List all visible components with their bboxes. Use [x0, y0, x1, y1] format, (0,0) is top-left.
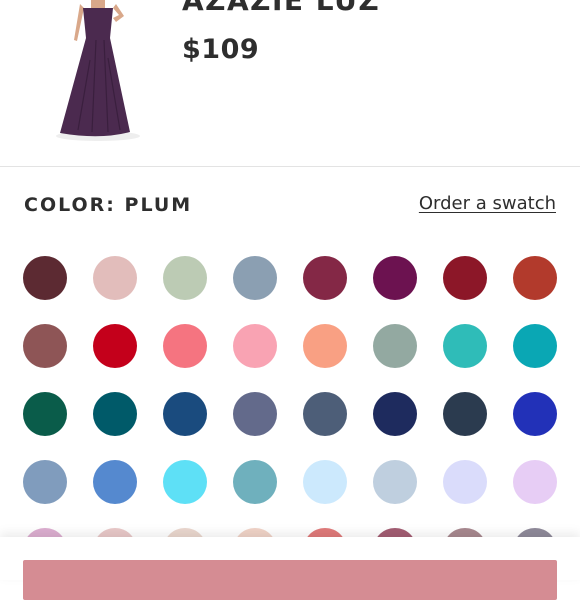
color-swatch-19[interactable]	[163, 392, 207, 436]
color-swatch-13[interactable]	[303, 324, 347, 368]
color-swatch-17[interactable]	[23, 392, 67, 436]
dress-photo[interactable]	[50, 0, 150, 145]
color-swatch-10[interactable]	[93, 324, 137, 368]
selected-color-label: COLOR: PLUM	[24, 194, 193, 216]
color-swatch-2[interactable]	[93, 256, 137, 300]
color-swatch-8[interactable]	[513, 256, 557, 300]
product-summary: AZAZIE LUZ $109	[0, 0, 580, 167]
color-swatch-3[interactable]	[163, 256, 207, 300]
color-swatch-16[interactable]	[513, 324, 557, 368]
color-swatch-26[interactable]	[93, 460, 137, 504]
color-swatch-15[interactable]	[443, 324, 487, 368]
color-swatch-5[interactable]	[303, 256, 347, 300]
color-swatch-32[interactable]	[513, 460, 557, 504]
color-swatch-22[interactable]	[373, 392, 417, 436]
color-swatch-4[interactable]	[233, 256, 277, 300]
bottom-action-bar	[0, 537, 580, 600]
color-swatch-9[interactable]	[23, 324, 67, 368]
color-swatch-11[interactable]	[163, 324, 207, 368]
color-swatch-28[interactable]	[233, 460, 277, 504]
color-swatch-14[interactable]	[373, 324, 417, 368]
color-swatch-12[interactable]	[233, 324, 277, 368]
color-swatch-21[interactable]	[303, 392, 347, 436]
order-swatch-link[interactable]: Order a swatch	[419, 193, 556, 214]
product-price: $109	[182, 34, 260, 65]
color-swatch-24[interactable]	[513, 392, 557, 436]
product-name: AZAZIE LUZ	[182, 0, 381, 17]
color-swatch-29[interactable]	[303, 460, 347, 504]
color-swatch-27[interactable]	[163, 460, 207, 504]
color-swatch-grid	[23, 256, 557, 572]
color-swatch-7[interactable]	[443, 256, 487, 300]
add-to-bag-button[interactable]	[23, 560, 557, 600]
color-swatch-1[interactable]	[23, 256, 67, 300]
color-swatch-25[interactable]	[23, 460, 67, 504]
color-swatch-20[interactable]	[233, 392, 277, 436]
color-swatch-31[interactable]	[443, 460, 487, 504]
color-swatch-18[interactable]	[93, 392, 137, 436]
color-swatch-6[interactable]	[373, 256, 417, 300]
color-swatch-30[interactable]	[373, 460, 417, 504]
color-swatch-23[interactable]	[443, 392, 487, 436]
